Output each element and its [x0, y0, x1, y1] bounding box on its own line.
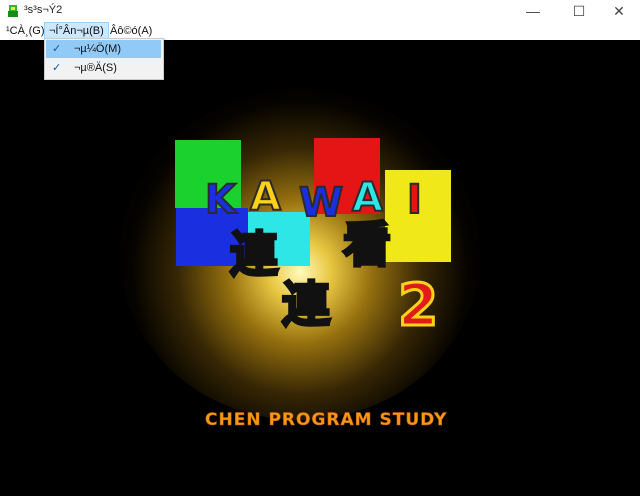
logo-letter-w: W	[298, 180, 344, 226]
title-kanji-kan: 看	[341, 217, 392, 273]
app-icon	[8, 5, 18, 17]
title-number-two: 2	[396, 271, 439, 339]
minimize-button[interactable]: —	[510, 0, 556, 22]
title-kanji-lian-1: 連	[228, 227, 279, 283]
close-button[interactable]: ✕	[596, 0, 640, 22]
credits-text: CHEN PROGRAM STUDY	[205, 410, 448, 431]
dropdown-item-music-label: ¬µ¼Ö(M)	[74, 43, 121, 55]
dropdown-item-sound[interactable]: ✓ ¬µ®Ä(S)	[46, 59, 161, 77]
dropdown-item-music[interactable]: ✓ ¬µ¼Ö(M)	[46, 40, 161, 58]
title-bar: ³s³s¬Ý2 — ☐ ✕	[0, 0, 640, 23]
window-title: ³s³s¬Ý2	[24, 4, 63, 16]
logo-letter-i: I	[406, 177, 423, 223]
music-dropdown-menu: ✓ ¬µ¼Ö(M) ✓ ¬µ®Ä(S)	[44, 38, 164, 80]
check-icon: ✓	[52, 43, 62, 55]
logo-letter-a1: A	[249, 174, 282, 220]
check-icon: ✓	[52, 62, 62, 74]
logo-letter-k: K	[204, 177, 237, 223]
menu-game[interactable]: ¹CÀ¸(G)	[2, 22, 49, 40]
title-kanji-lian-2: 連	[280, 277, 331, 333]
logo-letter-a2: A	[351, 175, 384, 221]
dropdown-item-sound-label: ¬µ®Ä(S)	[74, 62, 117, 74]
game-canvas[interactable]: K A W A I 連 連 看 2 CHEN PROGRAM STUDY	[0, 40, 640, 496]
